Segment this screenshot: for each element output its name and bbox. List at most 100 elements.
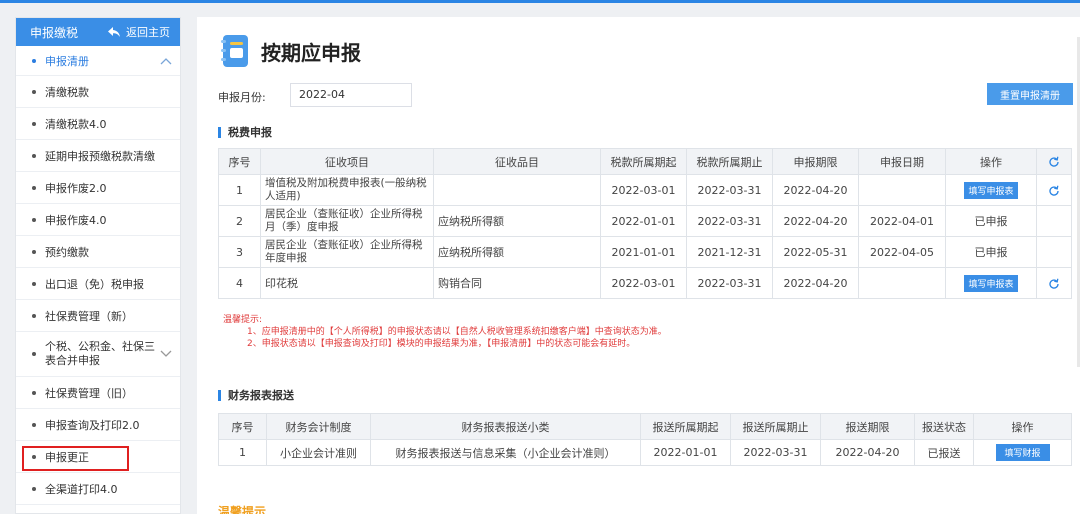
cell-period-end: 2022-03-31 bbox=[730, 439, 821, 466]
cell-declare-date: 2022-04-05 bbox=[858, 236, 946, 268]
cell-sub-item: 应纳税所得额 bbox=[433, 236, 601, 268]
back-arrow-icon bbox=[108, 27, 120, 37]
back-home-label: 返回主页 bbox=[126, 26, 170, 39]
sidebar-item-scheduled-payment[interactable]: 预约缴款 bbox=[16, 236, 180, 268]
col-operation: 操作 bbox=[945, 148, 1037, 175]
cell-declare-date bbox=[858, 267, 946, 299]
sidebar-item-social-new[interactable]: 社保费管理（新） bbox=[16, 300, 180, 332]
sidebar-item-query-print[interactable]: 申报查询及打印2.0 bbox=[16, 409, 180, 441]
sidebar-menu: 申报清册 清缴税款 清缴税款4.0 延期申报预缴税款清缴 申报作废2.0 申报作… bbox=[16, 46, 180, 505]
top-accent-line bbox=[0, 0, 1080, 3]
cell-sub-item bbox=[433, 174, 601, 206]
col-operation: 操作 bbox=[973, 413, 1072, 440]
bullet-icon bbox=[32, 486, 36, 491]
table-row: 2 居民企业（查账征收）企业所得税月（季）度申报 应纳税所得额 2022-01-… bbox=[218, 205, 1072, 237]
col-item: 征收项目 bbox=[260, 148, 434, 175]
refresh-icon bbox=[1049, 185, 1059, 196]
sidebar-item-social-old[interactable]: 社保费管理（旧） bbox=[16, 377, 180, 409]
row-refresh-button[interactable] bbox=[1036, 267, 1072, 299]
bullet-icon bbox=[32, 454, 36, 459]
cell-status: 已报送 bbox=[914, 439, 974, 466]
bullet-icon bbox=[32, 422, 36, 427]
finance-section-title: 财务报表报送 bbox=[218, 390, 294, 401]
chevron-down-icon bbox=[160, 350, 172, 357]
cell-declare-date bbox=[858, 174, 946, 206]
bullet-icon bbox=[32, 89, 36, 94]
sidebar-item-declaration-list[interactable]: 申报清册 bbox=[16, 46, 180, 76]
chevron-up-icon bbox=[160, 57, 172, 64]
tax-declaration-table: 序号 征收项目 征收品目 税款所属期起 税款所属期止 申报期限 申报日期 操作 … bbox=[218, 148, 1072, 299]
col-report-type: 财务报表报送小类 bbox=[370, 413, 641, 440]
cell-period-end: 2021-12-31 bbox=[686, 236, 773, 268]
sidebar-item-combined-declaration[interactable]: 个税、公积金、社保三表合并申报 bbox=[16, 332, 180, 377]
bullet-icon bbox=[32, 352, 36, 356]
cell-sub-item: 应纳税所得额 bbox=[433, 205, 601, 237]
col-no: 序号 bbox=[218, 413, 267, 440]
refresh-all-button[interactable] bbox=[1036, 148, 1072, 175]
row-refresh-button[interactable] bbox=[1036, 174, 1072, 206]
cell-period-start: 2022-01-01 bbox=[600, 205, 687, 237]
cell-period-end: 2022-03-31 bbox=[686, 205, 773, 237]
cell-empty bbox=[1036, 236, 1072, 268]
sidebar-item-deferred-declaration[interactable]: 延期申报预缴税款清缴 bbox=[16, 140, 180, 172]
sidebar-title: 申报缴税 bbox=[30, 25, 79, 40]
cell-item: 居民企业（查账征收）企业所得税月（季）度申报 bbox=[260, 205, 434, 237]
sidebar-item-clear-tax-4[interactable]: 清缴税款4.0 bbox=[16, 108, 180, 140]
sidebar-item-clear-tax[interactable]: 清缴税款 bbox=[16, 76, 180, 108]
cell-period-start: 2022-03-01 bbox=[600, 174, 687, 206]
table-header-row: 序号 征收项目 征收品目 税款所属期起 税款所属期止 申报期限 申报日期 操作 bbox=[218, 148, 1072, 175]
cell-item: 居民企业（查账征收）企业所得税年度申报 bbox=[260, 236, 434, 268]
sidebar-item-export-refund[interactable]: 出口退（免）税申报 bbox=[16, 268, 180, 300]
col-period-end: 税款所属期止 bbox=[686, 148, 773, 175]
back-home-link[interactable]: 返回主页 bbox=[107, 24, 170, 40]
cell-status-declared: 已申报 bbox=[945, 205, 1037, 237]
sidebar-item-void-4[interactable]: 申报作废4.0 bbox=[16, 204, 180, 236]
cell-deadline: 2022-04-20 bbox=[772, 267, 859, 299]
page-header: 按期应申报 bbox=[219, 33, 361, 69]
sidebar-header: 申报缴税 返回主页 bbox=[16, 18, 180, 46]
cell-status-declared: 已申报 bbox=[945, 236, 1037, 268]
col-period-start: 税款所属期起 bbox=[600, 148, 687, 175]
cell-deadline: 2022-05-31 bbox=[772, 236, 859, 268]
fill-declaration-button[interactable]: 填写申报表 bbox=[964, 181, 1018, 199]
page-title: 按期应申报 bbox=[261, 40, 361, 65]
reset-list-button[interactable]: 重置申报清册 bbox=[987, 83, 1073, 105]
bullet-icon bbox=[32, 185, 36, 190]
cell-deadline: 2022-04-20 bbox=[820, 439, 915, 466]
cell-period-start: 2021-01-01 bbox=[600, 236, 687, 268]
table-row: 1 增值税及附加税费申报表(一般纳税人适用) 2022-03-01 2022-0… bbox=[218, 174, 1072, 206]
sidebar-item-omni-print[interactable]: 全渠道打印4.0 bbox=[16, 473, 180, 505]
cell-sub-item: 购销合同 bbox=[433, 267, 601, 299]
sidebar-item-void-2[interactable]: 申报作废2.0 bbox=[16, 172, 180, 204]
sidebar-item-declaration-correction[interactable]: 申报更正 bbox=[16, 441, 180, 473]
warm-notice: 温馨提示: 1、应申报清册中的【个人所得税】的申报状态请以【自然人税收管理系统扣… bbox=[223, 314, 667, 350]
table-row: 3 居民企业（查账征收）企业所得税年度申报 应纳税所得额 2021-01-01 … bbox=[218, 236, 1072, 268]
bullet-icon bbox=[32, 249, 36, 254]
col-period-end: 报送所属期止 bbox=[730, 413, 821, 440]
notice-line-1: 1、应申报清册中的【个人所得税】的申报状态请以【自然人税收管理系统扣缴客户端】中… bbox=[247, 327, 667, 337]
bullet-icon bbox=[32, 58, 36, 63]
col-deadline: 申报期限 bbox=[772, 148, 859, 175]
bullet-icon bbox=[32, 153, 36, 158]
cell-deadline: 2022-04-20 bbox=[772, 205, 859, 237]
cell-accounting-system: 小企业会计准则 bbox=[266, 439, 371, 466]
month-input[interactable]: 2022-04 bbox=[290, 83, 412, 107]
cell-operation: 填写申报表 bbox=[945, 267, 1037, 299]
table-row: 4 印花税 购销合同 2022-03-01 2022-03-31 2022-04… bbox=[218, 267, 1072, 299]
main-panel: 按期应申报 申报月份: 2022-04 重置申报清册 税费申报 序号 征收项目 … bbox=[197, 17, 1080, 514]
bottom-notice-title: 温馨提示 bbox=[218, 505, 267, 514]
fill-declaration-button[interactable]: 填写申报表 bbox=[964, 274, 1018, 292]
bullet-icon bbox=[32, 121, 36, 126]
col-accounting-system: 财务会计制度 bbox=[266, 413, 371, 440]
col-deadline: 报送期限 bbox=[820, 413, 915, 440]
fill-financial-report-button[interactable]: 填写财报 bbox=[995, 444, 1050, 461]
refresh-icon bbox=[1049, 156, 1059, 167]
col-period-start: 报送所属期起 bbox=[640, 413, 731, 440]
cell-period-end: 2022-03-31 bbox=[686, 267, 773, 299]
month-label: 申报月份: bbox=[218, 91, 266, 104]
cell-deadline: 2022-04-20 bbox=[772, 174, 859, 206]
refresh-icon bbox=[1049, 278, 1059, 289]
cell-item: 印花税 bbox=[260, 267, 434, 299]
cell-no: 1 bbox=[218, 439, 267, 466]
col-declare-date: 申报日期 bbox=[858, 148, 946, 175]
